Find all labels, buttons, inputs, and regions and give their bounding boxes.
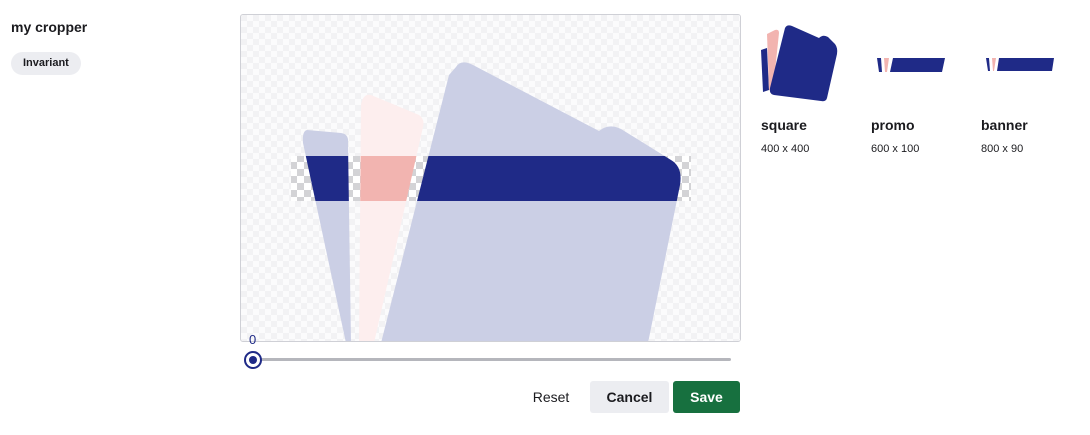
preview-square-thumbnail bbox=[761, 20, 841, 102]
cropper-title: my cropper bbox=[11, 19, 88, 35]
cancel-button[interactable]: Cancel bbox=[590, 381, 669, 413]
crop-image bbox=[241, 15, 740, 341]
preview-square-label: square bbox=[761, 117, 807, 133]
preview-banner-thumbnail bbox=[981, 20, 1061, 102]
preview-square[interactable]: square 400 x 400 bbox=[761, 20, 841, 155]
preview-promo-label: promo bbox=[871, 117, 915, 133]
zoom-slider-thumb[interactable] bbox=[244, 351, 262, 369]
preview-banner-size: 800 x 90 bbox=[981, 143, 1024, 155]
save-button[interactable]: Save bbox=[673, 381, 740, 413]
preview-promo[interactable]: promo 600 x 100 bbox=[871, 20, 951, 155]
invariant-tag: Invariant bbox=[11, 52, 81, 75]
preview-promo-size: 600 x 100 bbox=[871, 143, 920, 155]
preview-banner-label: banner bbox=[981, 117, 1028, 133]
preview-square-size: 400 x 400 bbox=[761, 143, 810, 155]
zoom-slider-track[interactable] bbox=[253, 358, 731, 361]
slider-value: 0 bbox=[249, 332, 257, 347]
reset-button[interactable]: Reset bbox=[524, 381, 578, 413]
preview-banner[interactable]: banner 800 x 90 bbox=[981, 20, 1061, 155]
crop-editor[interactable] bbox=[240, 14, 741, 342]
preview-promo-thumbnail bbox=[871, 20, 951, 102]
